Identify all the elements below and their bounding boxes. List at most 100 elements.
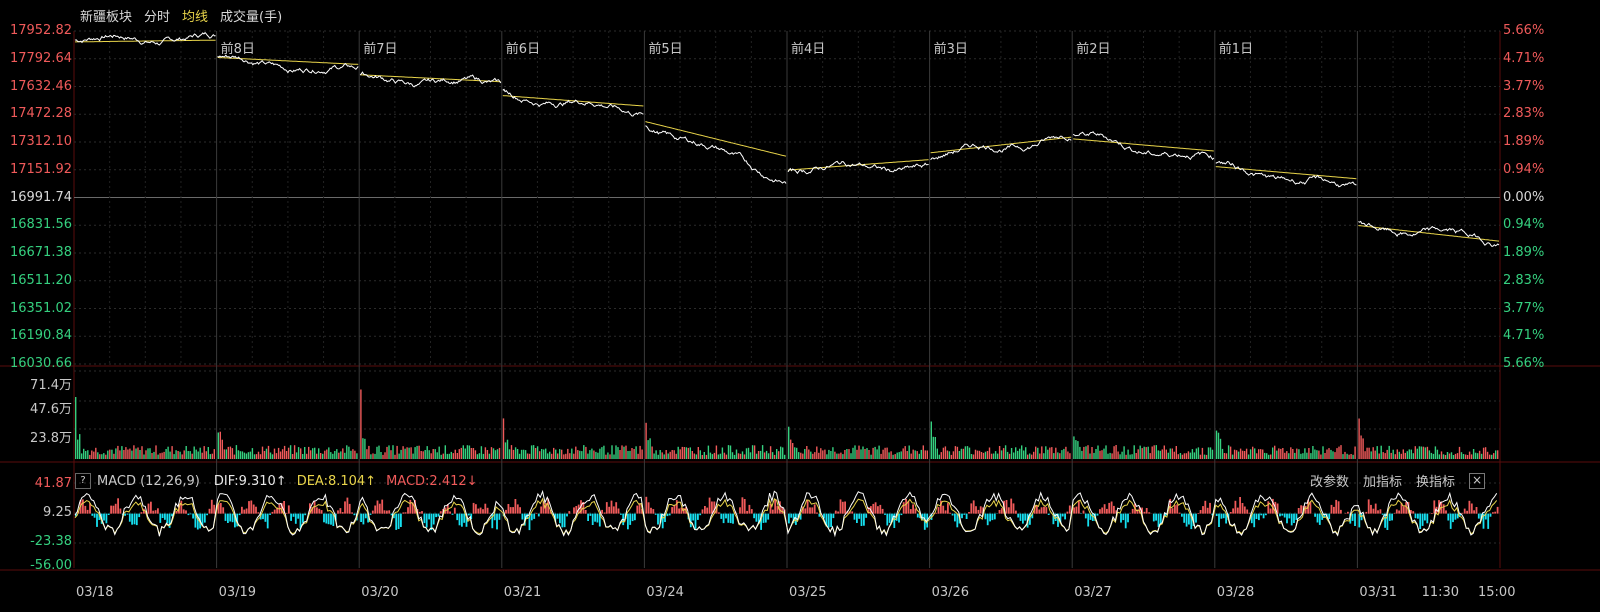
macd-bar: [1395, 509, 1398, 514]
volume-bar: [151, 453, 153, 459]
macd-bar: [1388, 513, 1391, 521]
volume-bar: [619, 450, 621, 459]
volume-bar: [1290, 447, 1292, 459]
macd-bar: [774, 499, 777, 514]
macd-bar: [1496, 506, 1499, 514]
percent-label: 2.83%: [1503, 272, 1545, 288]
volume-bar: [1422, 446, 1425, 459]
volume-bar: [591, 448, 593, 459]
volume-bar: [663, 454, 665, 459]
volume-bar: [695, 454, 697, 459]
macd-bar: [1036, 505, 1038, 514]
volume-bar: [1462, 454, 1465, 459]
volume-bar: [753, 445, 756, 459]
volume-bar: [1328, 448, 1330, 459]
volume-bar: [187, 451, 189, 459]
close-icon[interactable]: ×: [1469, 472, 1486, 489]
volume-bar: [759, 450, 762, 459]
volume-bar: [784, 454, 786, 459]
volume-bar: [1101, 450, 1103, 459]
volume-bar: [522, 449, 525, 459]
volume-bar: [163, 451, 165, 459]
volume-bar: [1023, 450, 1025, 459]
volume-bar: [81, 453, 83, 459]
macd-bar: [872, 503, 875, 514]
switch-indicator-button[interactable]: 换指标: [1416, 471, 1455, 490]
macd-bar: [1372, 508, 1375, 514]
time-label: 03/28: [1216, 585, 1255, 600]
macd-bar: [788, 513, 790, 524]
volume-bar: [723, 452, 726, 459]
volume-bar: [139, 450, 141, 459]
macd-bar: [468, 513, 470, 516]
volume-bar: [336, 449, 338, 459]
day-label: 前8日: [220, 42, 255, 57]
macd-bar: [1234, 500, 1237, 514]
volume-bar: [1398, 451, 1400, 459]
macd-bar: [409, 499, 412, 514]
volume-bar: [798, 452, 800, 459]
day-label: 前7日: [363, 42, 398, 57]
edit-params-button[interactable]: 改参数: [1310, 471, 1349, 490]
volume-bar: [866, 448, 868, 459]
volume-bar: [1193, 452, 1196, 459]
macd-bar: [1402, 506, 1405, 514]
macd-bar: [1253, 513, 1256, 528]
volume-bar: [1478, 450, 1481, 459]
volume-bar: [858, 445, 860, 459]
macd-bar: [271, 511, 274, 514]
volume-bar: [1320, 454, 1322, 459]
price-label: 16030.66: [9, 356, 72, 371]
volume-bar: [464, 448, 466, 459]
macd-bar: [617, 508, 620, 514]
volume-bar: [816, 446, 818, 459]
volume-bar: [512, 449, 515, 459]
macd-bar: [993, 513, 996, 520]
volume-bar: [1470, 454, 1473, 459]
macd-bar: [105, 513, 108, 524]
volume-bar: [1239, 448, 1242, 459]
volume-bar: [171, 446, 173, 459]
volume-bar: [396, 445, 398, 459]
macd-bar: [1286, 513, 1288, 524]
macd-bar: [563, 513, 566, 528]
help-icon[interactable]: ?: [75, 473, 91, 489]
volume-bar: [1027, 454, 1029, 459]
macd-bar: [1442, 504, 1445, 514]
volume-bar: [671, 450, 673, 459]
macd-bar: [533, 513, 536, 519]
volume-bar: [1067, 451, 1069, 459]
volume-bar: [340, 451, 342, 459]
volume-bar: [380, 452, 382, 459]
volume-bar: [1031, 454, 1033, 459]
volume-bar: [414, 447, 416, 459]
macd-bar: [1222, 513, 1225, 519]
macd-bar: [965, 513, 968, 519]
macd-bar: [951, 513, 954, 516]
add-indicator-button[interactable]: 加指标: [1363, 471, 1402, 490]
volume-bar: [679, 449, 681, 459]
macd-bar: [509, 507, 512, 514]
volume-bar: [707, 445, 710, 459]
volume-bar: [486, 450, 489, 459]
volume-bar: [376, 446, 378, 459]
macd-bar: [1197, 513, 1200, 514]
macd-bar: [991, 513, 994, 521]
macd-bar: [107, 513, 110, 515]
macd-bar: [1024, 513, 1027, 521]
macd-bar: [126, 513, 129, 515]
macd-bar: [1424, 513, 1426, 521]
volume-bar: [1434, 446, 1437, 459]
volume-bar: [360, 389, 362, 459]
volume-bar: [207, 447, 209, 459]
volume-bar: [468, 445, 471, 459]
macd-bar: [1468, 500, 1471, 514]
price-label: 16991.74: [9, 189, 72, 205]
volume-bar: [551, 453, 553, 459]
volume-bar: [1292, 449, 1294, 459]
volume-bar: [1127, 449, 1129, 459]
volume-bar: [1039, 453, 1041, 459]
macd-bar: [360, 513, 362, 522]
macd-bar: [1243, 506, 1246, 514]
macd-bar: [767, 513, 770, 520]
